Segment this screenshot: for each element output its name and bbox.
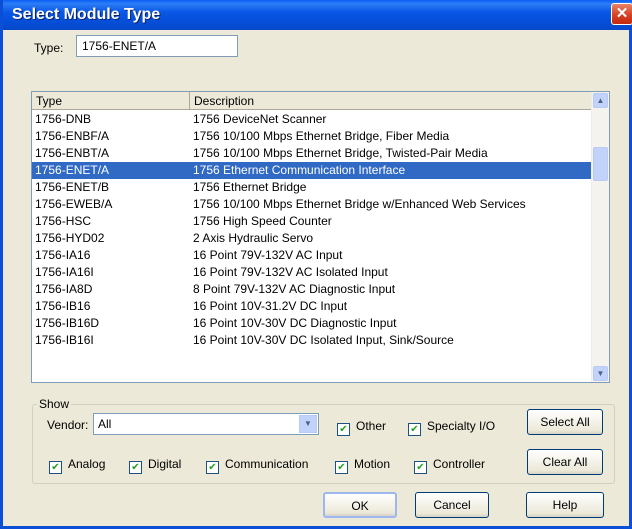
row-description-cell: 1756 10/100 Mbps Ethernet Bridge, Fiber …	[193, 129, 450, 143]
row-description-cell: 1756 High Speed Counter	[193, 214, 332, 228]
select-all-button[interactable]: Select All	[527, 409, 603, 435]
row-description-cell: 1756 DeviceNet Scanner	[193, 112, 327, 126]
scroll-down-button[interactable]: ▼	[593, 366, 608, 381]
row-type-cell: 1756-ENBF/A	[35, 129, 110, 143]
row-description-cell: 2 Axis Hydraulic Servo	[193, 231, 314, 245]
select-module-type-dialog: Select Module Type ✕ Type: 1756-ENET/A T…	[0, 0, 632, 529]
close-button[interactable]: ✕	[611, 3, 632, 25]
checkbox-digital[interactable]: ✔ Digital	[129, 457, 181, 474]
row-type-cell: 1756-DNB	[35, 112, 92, 126]
row-description-cell: 1756 Ethernet Communication Interface	[193, 163, 406, 177]
list-row[interactable]: 1756-ENBT/A 1756 10/100 Mbps Ethernet Bri…	[32, 145, 592, 162]
row-type-cell: 1756-IB16I	[35, 333, 94, 347]
type-label: Type:	[34, 41, 64, 55]
list-row[interactable]: 1756-DNB 1756 DeviceNet Scanner	[32, 111, 592, 128]
scroll-thumb[interactable]	[593, 147, 608, 181]
vendor-label: Vendor:	[47, 418, 89, 432]
cancel-button[interactable]: Cancel	[415, 492, 489, 518]
chevron-down-icon: ▼	[304, 419, 312, 428]
row-type-cell: 1756-HYD02	[35, 231, 105, 245]
column-header-type[interactable]: Type	[32, 92, 190, 110]
list-row[interactable]: 1756-ENBF/A 1756 10/100 Mbps Ethernet Bri…	[32, 128, 592, 145]
column-header-description[interactable]: Description	[190, 92, 592, 110]
row-type-cell: 1756-IB16D	[35, 316, 100, 330]
ok-button[interactable]: OK	[323, 492, 397, 518]
list-row[interactable]: 1756-IB16D 16 Point 10V-30V DC Diagnostic…	[32, 315, 592, 332]
list-rows: 1756-DNB 1756 DeviceNet Scanner 1756-ENBF/…	[32, 111, 592, 349]
checkbox-specialty-io[interactable]: ✔ Specialty I/O	[408, 419, 495, 436]
clear-all-button[interactable]: Clear All	[527, 449, 603, 475]
checkbox-other[interactable]: ✔ Other	[337, 419, 386, 436]
list-row[interactable]: 1756-IB16I 16 Point 10V-30V DC Isolated I…	[32, 332, 592, 349]
checkmark-icon: ✔	[337, 423, 350, 436]
checkbox-communication-label: Communication	[225, 457, 309, 471]
row-description-cell: 16 Point 10V-30V DC Isolated Input, Sink…	[193, 333, 454, 347]
checkmark-icon: ✔	[408, 423, 421, 436]
checkmark-icon: ✔	[129, 461, 142, 474]
row-type-cell: 1756-IB16	[35, 299, 91, 313]
row-description-cell: 16 Point 10V-31.2V DC Input	[193, 299, 348, 313]
checkbox-motion[interactable]: ✔ Motion	[335, 457, 390, 474]
help-button[interactable]: Help	[526, 492, 604, 518]
close-icon: ✕	[615, 5, 629, 22]
row-description-cell: 16 Point 79V-132V AC Input	[193, 248, 343, 262]
row-description-cell: 8 Point 79V-132V AC Diagnostic Input	[193, 282, 396, 296]
title-bar[interactable]: Select Module Type ✕	[3, 0, 632, 30]
vendor-dropdown-button[interactable]: ▼	[299, 415, 317, 433]
module-list[interactable]: Type Description 1756-DNB 1756 DeviceNet …	[31, 91, 610, 383]
scroll-up-button[interactable]: ▲	[593, 93, 608, 108]
chevron-down-icon: ▼	[596, 369, 605, 378]
checkbox-motion-label: Motion	[354, 457, 391, 471]
list-row[interactable]: 1756-ENET/A 1756 Ethernet Communication I…	[32, 162, 592, 179]
row-description-cell: 1756 10/100 Mbps Ethernet Bridge w/Enhan…	[193, 197, 526, 211]
row-description-cell: 16 Point 10V-30V DC Diagnostic Input	[193, 316, 397, 330]
vendor-dropdown[interactable]: All ▼	[93, 413, 319, 435]
dialog-title: Select Module Type	[12, 6, 161, 23]
checkmark-icon: ✔	[335, 461, 348, 474]
row-description-cell: 1756 10/100 Mbps Ethernet Bridge, Twiste…	[193, 146, 488, 160]
list-row[interactable]: 1756-HSC 1756 High Speed Counter	[32, 213, 592, 230]
row-description-cell: 1756 Ethernet Bridge	[193, 180, 307, 194]
list-row[interactable]: 1756-EWEB/A 1756 10/100 Mbps Ethernet Bri…	[32, 196, 592, 213]
list-row[interactable]: 1756-HYD02 2 Axis Hydraulic Servo	[32, 230, 592, 247]
checkbox-other-label: Other	[356, 419, 387, 433]
row-type-cell: 1756-IA8D	[35, 282, 93, 296]
list-scrollbar[interactable]: ▲ ▼	[591, 92, 609, 382]
show-legend: Show	[37, 397, 72, 411]
list-row[interactable]: 1756-IA16 16 Point 79V-132V AC Input	[32, 247, 592, 264]
checkbox-specialty-io-label: Specialty I/O	[427, 419, 496, 433]
checkbox-controller-label: Controller	[433, 457, 486, 471]
list-row[interactable]: 1756-IB16 16 Point 10V-31.2V DC Input	[32, 298, 592, 315]
row-type-cell: 1756-HSC	[35, 214, 92, 228]
checkmark-icon: ✔	[414, 461, 427, 474]
checkmark-icon: ✔	[206, 461, 219, 474]
list-row[interactable]: 1756-ENET/B 1756 Ethernet Bridge	[32, 179, 592, 196]
chevron-up-icon: ▲	[596, 96, 605, 105]
checkmark-icon: ✔	[49, 461, 62, 474]
row-type-cell: 1756-IA16I	[35, 265, 94, 279]
list-header: Type Description	[32, 92, 592, 110]
row-description-cell: 16 Point 79V-132V AC Isolated Input	[193, 265, 388, 279]
checkbox-digital-label: Digital	[148, 457, 182, 471]
type-input[interactable]: 1756-ENET/A	[76, 35, 238, 57]
row-type-cell: 1756-EWEB/A	[35, 197, 113, 211]
checkbox-analog-label: Analog	[68, 457, 106, 471]
list-row[interactable]: 1756-IA16I 16 Point 79V-132V AC Isolated …	[32, 264, 592, 281]
checkbox-analog[interactable]: ✔ Analog	[49, 457, 105, 474]
row-type-cell: 1756-ENBT/A	[35, 146, 110, 160]
list-row[interactable]: 1756-IA8D 8 Point 79V-132V AC Diagnostic …	[32, 281, 592, 298]
row-type-cell: 1756-IA16	[35, 248, 91, 262]
vendor-value: All	[98, 417, 112, 431]
checkbox-communication[interactable]: ✔ Communication	[206, 457, 308, 474]
row-type-cell: 1756-ENET/A	[35, 163, 110, 177]
checkbox-controller[interactable]: ✔ Controller	[414, 457, 485, 474]
row-type-cell: 1756-ENET/B	[35, 180, 110, 194]
